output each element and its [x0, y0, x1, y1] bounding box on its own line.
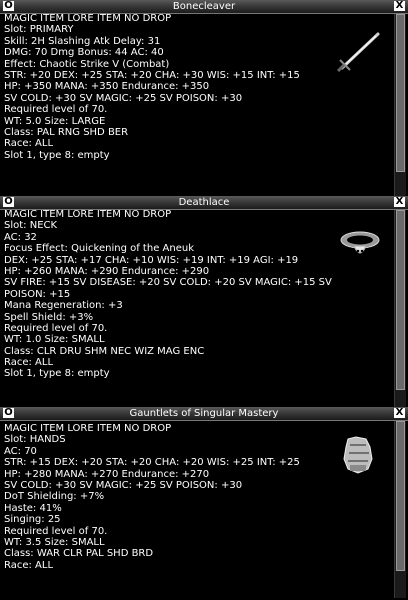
item-skill: Skill: 2H Slashing Atk Delay: 31 — [4, 35, 161, 47]
item-description: MAGIC ITEM LORE ITEM NO DROP Slot: PRIMA… — [4, 13, 390, 199]
item-augment-slot: Slot 1, type 8: empty — [4, 368, 110, 380]
item-slot: Slot: HANDS — [4, 434, 66, 446]
title-bar[interactable]: O Gauntlets of Singular Mastery X — [0, 407, 408, 421]
item-flags: MAGIC ITEM LORE ITEM NO DROP — [4, 209, 172, 220]
item-resists: SV COLD: +30 SV MAGIC: +25 SV POISON: +3… — [4, 479, 243, 491]
necklace-icon — [340, 231, 380, 254]
item-pools: HP: +350 MANA: +350 Endurance: +350 — [4, 81, 210, 93]
item-window-deathlace[interactable]: O Deathlace X MAGIC ITEM LORE ITEM NO DR… — [0, 196, 408, 412]
item-race: Race: ALL — [4, 357, 54, 369]
item-window-bonecleaver[interactable]: O Bonecleaver X MAGIC ITEM LORE ITEM NO … — [0, 0, 408, 199]
item-ac: AC: 32 — [4, 231, 37, 243]
scrollbar[interactable] — [394, 210, 406, 410]
minimize-button[interactable]: O — [3, 408, 14, 418]
item-spell-shield: Spell Shield: +3% — [4, 311, 94, 323]
window-title: Gauntlets of Singular Mastery — [129, 408, 279, 419]
item-description: MAGIC ITEM LORE ITEM NO DROP Slot: HANDS… — [4, 423, 390, 600]
close-button[interactable]: X — [394, 1, 405, 11]
item-stats: STR: +15 DEX: +20 STA: +20 CHA: +20 WIS:… — [4, 457, 300, 469]
title-bar[interactable]: O Bonecleaver X — [0, 0, 408, 14]
scrollbar-thumb[interactable] — [396, 421, 405, 571]
item-resists: SV FIRE: +15 SV DISEASE: +20 SV COLD: +2… — [4, 277, 332, 289]
item-ac: AC: 70 — [4, 445, 37, 457]
scrollbar[interactable] — [394, 421, 406, 598]
item-weight-size: WT: 5.0 Size: LARGE — [4, 115, 106, 127]
item-classes: Class: PAL RNG SHD BER — [4, 126, 129, 138]
item-stats: DEX: +25 STA: +17 CHA: +10 WIS: +19 INT:… — [4, 254, 299, 266]
item-resists: SV COLD: +30 SV MAGIC: +25 SV POISON: +3… — [4, 92, 243, 104]
item-race: Race: ALL — [4, 559, 54, 571]
item-slot: Slot: NECK — [4, 220, 58, 232]
item-effect: Effect: Chaotic Strike V (Combat) — [4, 58, 170, 70]
item-stats: STR: +20 DEX: +25 STA: +20 CHA: +30 WIS:… — [4, 69, 300, 81]
item-pools: HP: +260 MANA: +290 Endurance: +290 — [4, 265, 210, 277]
gauntlet-icon — [343, 436, 373, 474]
item-slot: Slot: PRIMARY — [4, 24, 74, 36]
item-required-level: Required level of 70. — [4, 322, 108, 334]
scrollbar[interactable] — [394, 14, 406, 197]
item-weight-size: WT: 3.5 Size: SMALL — [4, 536, 105, 548]
item-flags: MAGIC ITEM LORE ITEM NO DROP — [4, 13, 172, 24]
item-haste: Haste: 41% — [4, 502, 62, 514]
item-singing: Singing: 25 — [4, 514, 61, 526]
item-window-gauntlets[interactable]: O Gauntlets of Singular Mastery X MAGIC … — [0, 407, 408, 600]
item-damage: DMG: 70 Dmg Bonus: 44 AC: 40 — [4, 47, 164, 59]
item-flags: MAGIC ITEM LORE ITEM NO DROP — [4, 423, 172, 434]
item-required-level: Required level of 70. — [4, 104, 108, 116]
item-mana-regen: Mana Regeneration: +3 — [4, 300, 123, 312]
item-classes: Class: CLR DRU SHM NEC WIZ MAG ENC — [4, 345, 205, 357]
minimize-button[interactable]: O — [3, 197, 14, 207]
sword-icon — [336, 32, 380, 72]
title-bar[interactable]: O Deathlace X — [0, 196, 408, 210]
window-title: Deathlace — [178, 197, 230, 208]
item-race: Race: ALL — [4, 138, 54, 150]
window-title: Bonecleaver — [172, 1, 236, 12]
item-weight-size: WT: 1.0 Size: SMALL — [4, 334, 105, 346]
close-button[interactable]: X — [394, 408, 405, 418]
item-pools: HP: +280 MANA: +270 Endurance: +270 — [4, 468, 210, 480]
scrollbar-thumb[interactable] — [396, 14, 405, 172]
item-classes: Class: WAR CLR PAL SHD BRD — [4, 548, 154, 560]
scrollbar-thumb[interactable] — [396, 210, 405, 390]
item-augment-slot: Slot 1, type 8: empty — [4, 149, 110, 161]
close-button[interactable]: X — [394, 197, 405, 207]
item-description: MAGIC ITEM LORE ITEM NO DROP Slot: NECK … — [4, 209, 390, 412]
item-resists-cont: POISON: +15 — [4, 288, 71, 300]
item-dot-shielding: DoT Shielding: +7% — [4, 491, 105, 503]
minimize-button[interactable]: O — [3, 1, 14, 11]
item-required-level: Required level of 70. — [4, 525, 108, 537]
item-focus-effect: Focus Effect: Quickening of the Aneuk — [4, 243, 194, 255]
